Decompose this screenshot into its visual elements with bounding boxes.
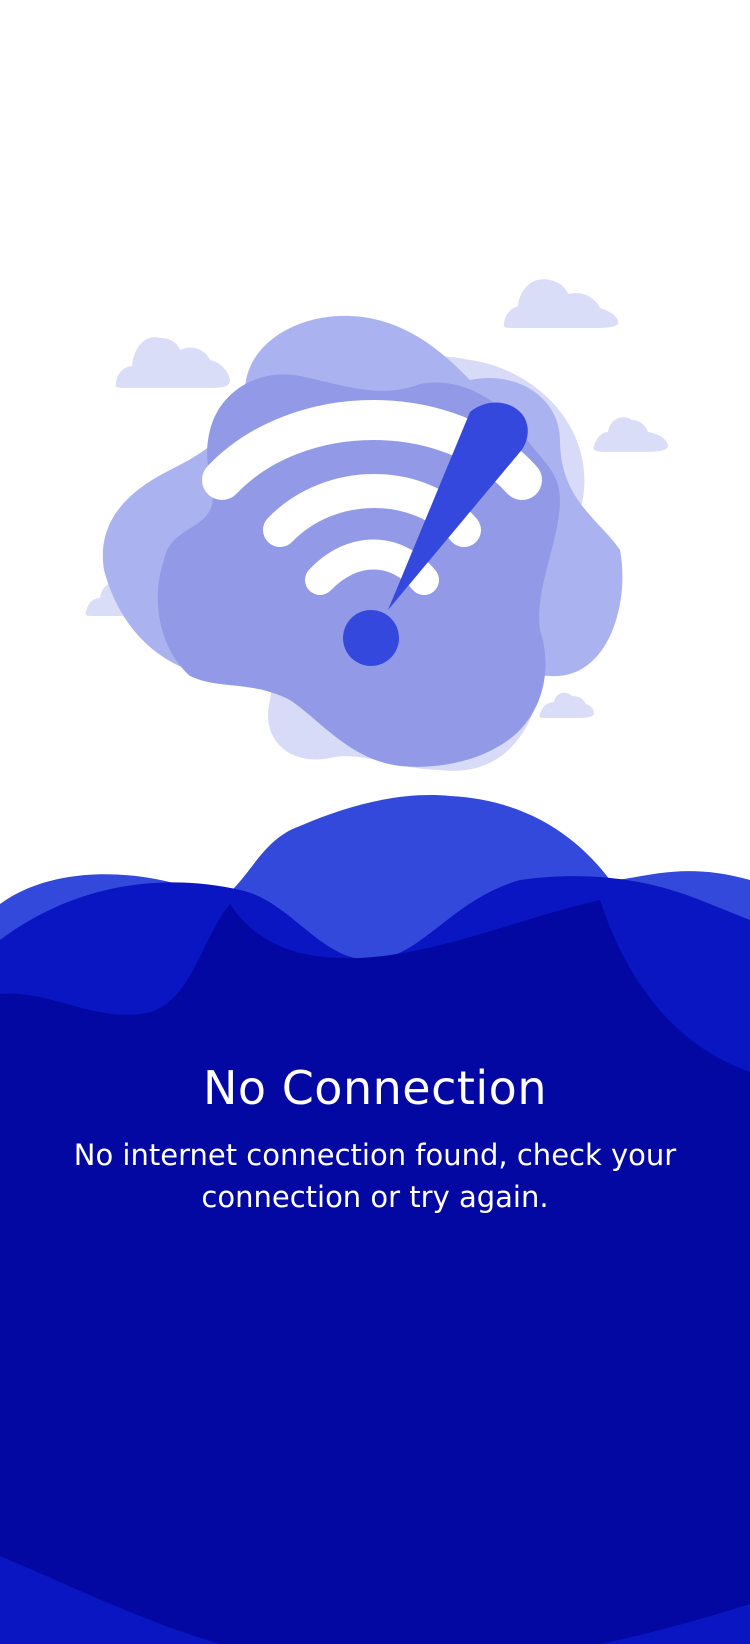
message-panel: No Connection No internet connection fou… xyxy=(0,1058,750,1218)
error-message: No internet connection found, check your… xyxy=(73,1138,677,1214)
cloud-icon xyxy=(539,692,594,718)
cloud-icon xyxy=(115,337,230,388)
no-connection-illustration xyxy=(0,279,750,1644)
cloud-icon xyxy=(503,279,619,328)
cloud-icon xyxy=(593,417,668,452)
wave-shape xyxy=(0,795,750,1644)
page-title: No Connection xyxy=(203,1061,547,1115)
